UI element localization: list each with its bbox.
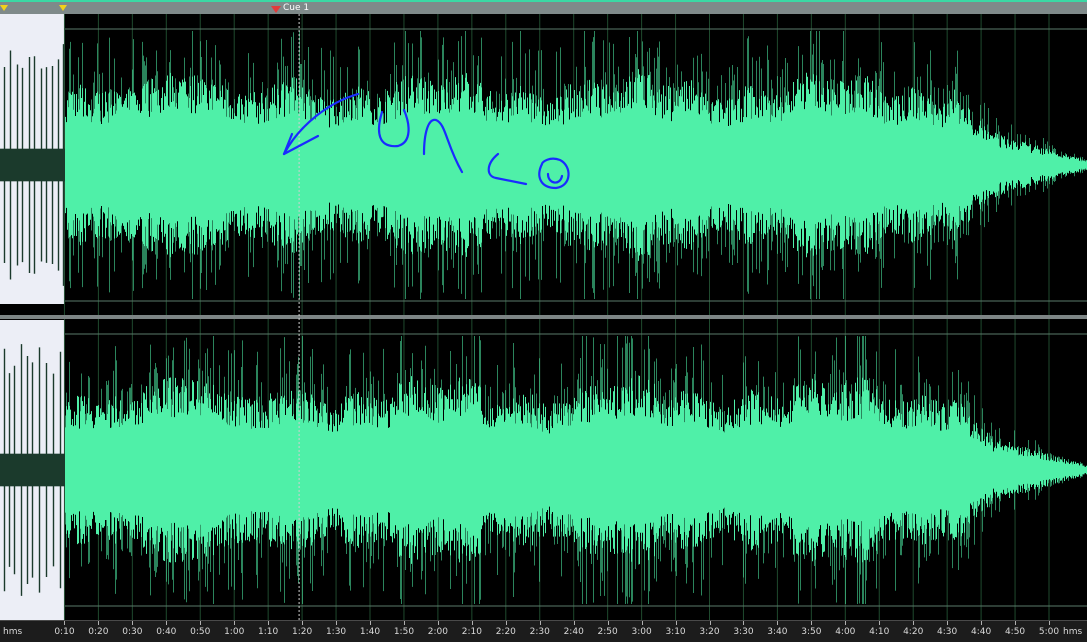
ruler-tick-label: 2:20 <box>495 627 516 637</box>
selection-end-marker[interactable] <box>59 5 67 11</box>
channel-divider <box>0 315 1087 319</box>
ruler-tick <box>370 621 371 625</box>
ruler-tick <box>268 621 270 625</box>
ruler-tick <box>675 621 677 625</box>
ruler-tick-label: 3:00 <box>631 627 652 637</box>
ruler-tick <box>302 621 304 625</box>
waveform-selection-body <box>0 148 65 182</box>
ruler-tick <box>64 621 66 625</box>
ruler-tick <box>336 621 338 625</box>
time-ruler[interactable]: hms hms 0:10 0:20 0:30 0:40 0:50 1:00 1:10 1:20… <box>0 620 1087 642</box>
ruler-tick-label: 3:20 <box>699 627 720 637</box>
ruler-tick <box>98 621 100 625</box>
ruler-unit-left: hms <box>3 627 23 637</box>
left-channel-waveform <box>0 31 1087 299</box>
ruler-tick <box>1015 621 1017 625</box>
ruler-tick <box>641 621 643 625</box>
ruler-tick <box>879 621 881 625</box>
ruler-tick-label: 0:40 <box>156 627 177 637</box>
waveform-selection-body <box>0 453 65 487</box>
ruler-tick <box>132 621 134 625</box>
ruler-tick-label: 3:10 <box>665 627 686 637</box>
ruler-tick <box>403 621 405 625</box>
ruler-tick-label: 4:20 <box>903 627 924 637</box>
ruler-tick <box>573 621 575 625</box>
ruler-tick-label: 1:00 <box>224 627 245 637</box>
ruler-tick <box>709 621 711 625</box>
ruler-tick <box>471 621 473 625</box>
ruler-tick-label: 4:30 <box>937 627 958 637</box>
ruler-tick-label: 1:10 <box>258 627 279 637</box>
ruler-tick <box>539 621 541 625</box>
ruler-tick <box>607 621 609 625</box>
ruler-tick <box>200 621 202 625</box>
ruler-tick-label: 4:10 <box>869 627 890 637</box>
ruler-tick-label: 4:50 <box>1004 627 1026 637</box>
cue-ruler[interactable]: Cue 1 <box>0 0 1087 14</box>
ruler-tick <box>947 621 949 625</box>
ruler-tick <box>234 621 236 625</box>
ruler-tick-label: 4:00 <box>835 627 856 637</box>
ruler-tick-label: 1:40 <box>359 627 381 637</box>
ruler-tick-label: 2:30 <box>529 627 550 637</box>
ruler-tick-label: 3:40 <box>767 627 788 637</box>
ruler-tick-label: 0:10 <box>54 627 75 637</box>
ruler-tick-label: 2:40 <box>563 627 584 637</box>
ruler-tick <box>777 621 779 625</box>
ruler-tick-label: 4:40 <box>970 627 992 637</box>
cue-label[interactable]: Cue 1 <box>283 3 309 14</box>
ruler-tick <box>811 621 813 625</box>
ruler-tick <box>743 621 745 625</box>
waveform-display[interactable] <box>0 14 1087 620</box>
waveform-body <box>0 375 1087 565</box>
ruler-tick <box>981 621 983 625</box>
ruler-tick-label: 1:30 <box>325 627 347 637</box>
ruler-tick-label: 0:30 <box>122 627 143 637</box>
ruler-tick <box>166 621 168 625</box>
ruler-tick <box>913 621 915 625</box>
ruler-tick-label: 2:10 <box>461 627 482 637</box>
ruler-tick-label: 0:20 <box>88 627 109 637</box>
ruler-tick-label: 2:50 <box>597 627 618 637</box>
selection-start-marker[interactable] <box>0 5 8 11</box>
ruler-tick-label: 3:30 <box>733 627 754 637</box>
ruler-unit-right: hms <box>1063 627 1083 637</box>
right-channel-waveform <box>0 336 1087 604</box>
ruler-tick <box>1049 621 1050 625</box>
waveform-editor[interactable]: Cue 1 hms hms 0:10 0:20 0:30 0:40 0:50 1:00 1:… <box>0 0 1087 642</box>
ruler-tick-label: 0:50 <box>190 627 211 637</box>
ruler-tick-label: 2:00 <box>427 627 448 637</box>
ruler-tick-label: 3:50 <box>801 627 822 637</box>
ruler-tick <box>845 621 847 625</box>
ruler-tick-label: 5:00 <box>1038 627 1060 637</box>
ruler-tick-label: 1:50 <box>393 627 415 637</box>
ruler-tick <box>437 621 439 625</box>
cue-marker-icon[interactable] <box>271 6 281 13</box>
ruler-tick-label: 1:20 <box>291 627 313 637</box>
ruler-tick <box>505 621 507 625</box>
